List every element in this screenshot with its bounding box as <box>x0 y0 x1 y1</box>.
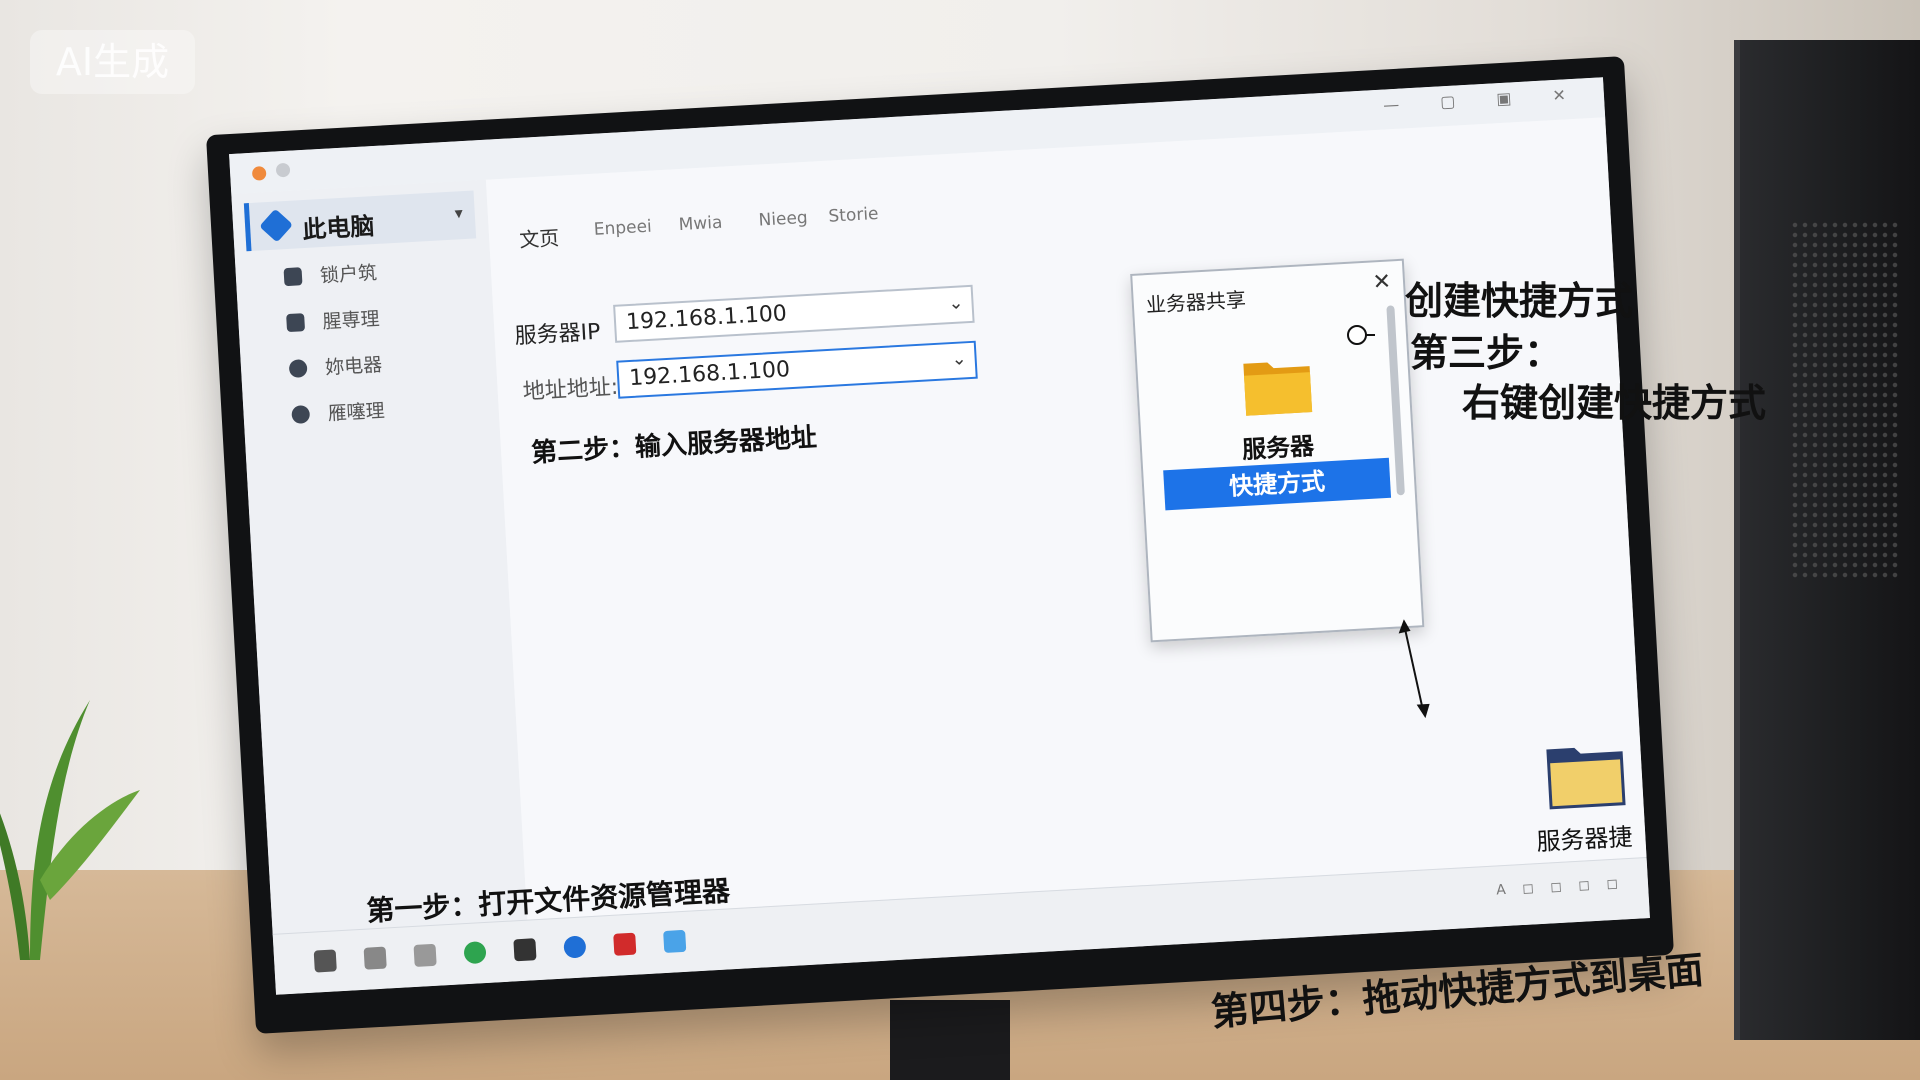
list-icon <box>286 312 306 332</box>
folder-label: 服务器 <box>1241 431 1315 464</box>
chevron-down-icon[interactable]: ⌄ <box>951 346 968 373</box>
tab-5[interactable]: Storie <box>828 204 879 227</box>
chevron-down-icon[interactable]: ⌄ <box>948 290 965 317</box>
start-icon[interactable] <box>313 949 337 973</box>
sidebar-item-2[interactable]: 腥専理 <box>286 304 381 345</box>
chat-icon[interactable] <box>463 940 487 965</box>
sidebar-item-1[interactable]: 锁户筑 <box>283 258 378 299</box>
drive-icon <box>291 404 311 424</box>
drag-arrow-icon <box>1398 619 1430 719</box>
tab-3[interactable]: Mwia <box>678 213 723 235</box>
tab-2[interactable]: Enpeei <box>593 217 652 240</box>
step3-detail-annotation: 右键创建快捷方式 <box>1462 381 1767 425</box>
shield-icon <box>288 358 308 378</box>
search-icon[interactable] <box>363 946 387 970</box>
folder-icon[interactable] <box>1241 352 1314 418</box>
step3-annotation: 第三步： <box>1410 331 1563 375</box>
sidebar: 此电脑 ▾ 锁户筑 腥専理 妳电器 雁噻理 <box>231 179 528 935</box>
screen: — ▢ ▣ ✕ 此电脑 ▾ 锁户筑 腥専理 妳电器 雁噻理 文页 Enpeei … <box>229 77 1650 995</box>
content-pane: 文页 Enpeei Mwia Nieeg Storie 服务器IP 192.16… <box>485 117 1647 921</box>
monitor-stand <box>890 1000 1010 1080</box>
close-icon[interactable]: ✕ <box>1372 269 1392 295</box>
sidebar-title: 此电脑 <box>301 212 376 245</box>
sidebar-item-label: 锁户筑 <box>319 262 378 288</box>
folder-icon <box>283 266 303 286</box>
pc-icon <box>259 208 294 243</box>
annotation-connector-icon <box>1347 325 1375 345</box>
office-icon[interactable] <box>613 932 637 956</box>
pc-grill <box>1790 220 1900 580</box>
browser-icon[interactable] <box>563 935 587 959</box>
desktop-shortcut-folder-icon[interactable] <box>1544 737 1628 811</box>
tab-bar: 文页 Enpeei Mwia Nieeg Storie <box>498 163 1498 255</box>
shortcut-menu-item[interactable]: 快捷方式 <box>1163 457 1392 511</box>
close-dot-icon[interactable] <box>251 166 267 181</box>
address-value: 192.168.1.100 <box>628 357 791 392</box>
address-input[interactable]: 192.168.1.100 ⌄ <box>616 340 978 399</box>
monitor: — ▢ ▣ ✕ 此电脑 ▾ 锁户筑 腥専理 妳电器 雁噻理 文页 Enpeei … <box>205 56 1675 1034</box>
dialog-title: 业务器共享 <box>1145 287 1247 318</box>
plant-image <box>0 700 140 960</box>
minimize-dot-icon[interactable] <box>275 162 291 178</box>
sidebar-item-label: 妳电器 <box>324 353 383 380</box>
step2-annotation: 第二步：输入服务器地址 <box>530 422 818 469</box>
sidebar-item-3[interactable]: 妳电器 <box>288 350 383 391</box>
task-view-icon[interactable] <box>413 943 437 967</box>
server-share-dialog: 业务器共享 ✕ 服务器 快捷方式 <box>1130 258 1425 643</box>
server-ip-input[interactable]: 192.168.1.100 ⌄ <box>613 284 975 343</box>
sidebar-item-this-pc[interactable]: 此电脑 ▾ <box>243 190 477 252</box>
pc-case <box>1734 40 1920 1040</box>
sidebar-item-label: 腥専理 <box>321 307 381 334</box>
create-shortcut-annotation: 创建快捷方式 <box>1405 279 1634 323</box>
chevron-down-icon[interactable]: ▾ <box>454 203 463 222</box>
explorer-icon[interactable] <box>663 929 687 954</box>
watermark: AI生成 <box>30 30 195 94</box>
server-ip-label: 服务器IP <box>514 319 602 350</box>
sidebar-item-4[interactable]: 雁噻理 <box>291 396 386 437</box>
window-controls[interactable]: — ▢ ▣ ✕ <box>1383 84 1585 114</box>
tab-home[interactable]: 文页 <box>518 222 560 253</box>
sidebar-item-label: 雁噻理 <box>327 399 386 425</box>
system-tray[interactable]: A ◻ ◻ ◻ ◻ <box>1496 875 1625 898</box>
address-label: 地址地址: <box>522 374 619 406</box>
server-ip-value: 192.168.1.100 <box>625 301 788 336</box>
app-icon[interactable] <box>513 938 537 962</box>
tab-4[interactable]: Nieeg <box>758 208 808 231</box>
